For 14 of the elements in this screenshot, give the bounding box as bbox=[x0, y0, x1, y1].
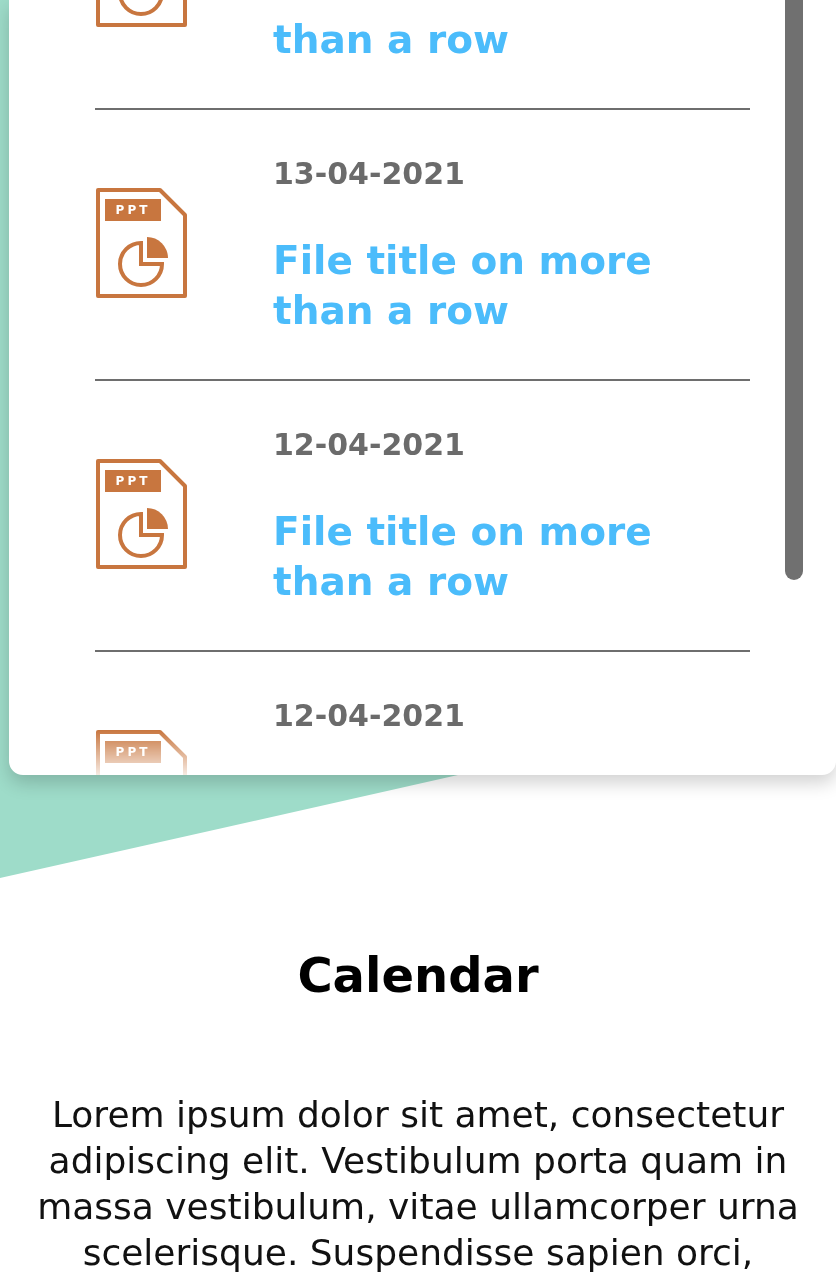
calendar-description: Lorem ipsum dolor sit amet, consectetur adipiscing elit. Vestibulum porta quam in massa vestibulum, vitae ullamcorper urna scelerisque. Suspendisse sapien orci, bbox=[36, 1093, 800, 1275]
scrollbar-thumb[interactable] bbox=[785, 0, 803, 580]
file-type-label: PPT bbox=[105, 199, 161, 221]
file-icon bbox=[95, 458, 188, 570]
file-icon bbox=[95, 187, 188, 299]
file-title-link[interactable]: than a row bbox=[273, 15, 693, 65]
file-type-label: PPT bbox=[105, 741, 161, 763]
file-type-label: PPT bbox=[105, 470, 161, 492]
file-title-link[interactable]: File title on more than a row bbox=[273, 507, 693, 607]
calendar-heading: Calendar bbox=[296, 946, 540, 1005]
file-title-link[interactable]: File title on more than a row bbox=[273, 236, 693, 336]
file-date: 13-04-2021 bbox=[273, 155, 466, 193]
file-date: 12-04-2021 bbox=[273, 426, 466, 464]
file-date: 12-04-2021 bbox=[273, 697, 466, 735]
